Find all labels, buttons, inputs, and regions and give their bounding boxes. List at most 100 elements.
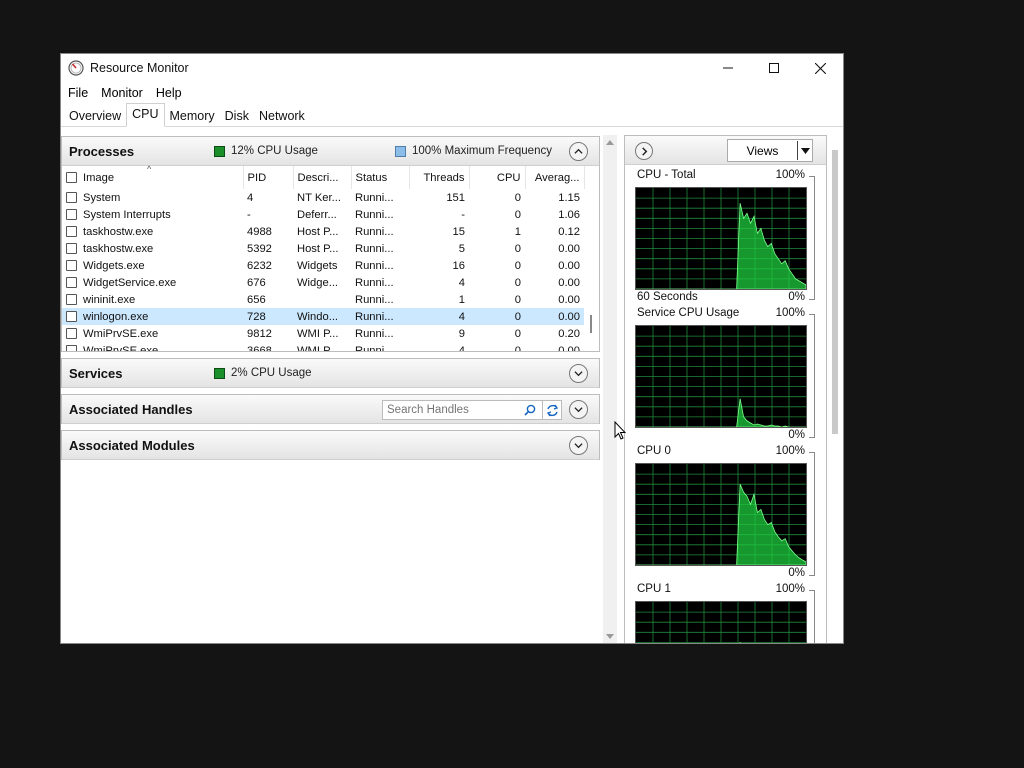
row-checkbox[interactable] xyxy=(66,243,77,255)
table-row[interactable]: System 4 NT Ker... Runni... 151 0 1.15 xyxy=(62,189,584,206)
cell-pid: 9812 xyxy=(247,327,272,340)
tab-overview[interactable]: Overview xyxy=(64,106,126,126)
graph-canvas xyxy=(635,601,807,643)
chevron-down-icon xyxy=(574,370,583,376)
search-icon[interactable] xyxy=(524,404,536,416)
title-bar[interactable]: Resource Monitor xyxy=(61,54,843,82)
table-row[interactable]: System Interrupts - Deferr... Runni... - 0 1.0… xyxy=(62,206,584,223)
cell-status: Runni... xyxy=(355,191,394,204)
handles-header[interactable]: Associated Handles xyxy=(62,395,599,424)
services-header[interactable]: Services 2% CPU Usage xyxy=(62,359,599,388)
cpu-graph: Service CPU Usage 100% 0% xyxy=(625,307,820,445)
processes-cpu-usage: 12% CPU Usage xyxy=(214,145,318,157)
menu-file[interactable]: File xyxy=(67,86,94,100)
cell-image-text: System Interrupts xyxy=(83,208,171,221)
graph-max-label: 100% xyxy=(775,307,805,319)
tab-memory[interactable]: Memory xyxy=(165,106,220,126)
table-row[interactable]: WmiPrvSE.exe 9812 WMI P... Runni... 9 0 0.20 xyxy=(62,325,584,342)
scroll-up-icon[interactable] xyxy=(603,137,617,149)
tab-disk[interactable]: Disk xyxy=(220,106,254,126)
graph-title: Service CPU Usage xyxy=(637,307,740,319)
tab-network[interactable]: Network xyxy=(254,106,310,126)
minimize-button[interactable] xyxy=(705,54,751,82)
processes-collapse-button[interactable] xyxy=(569,141,588,161)
table-row[interactable]: Widgets.exe 6232 Widgets Runni... 16 0 0.00 xyxy=(62,257,584,274)
column-threads[interactable]: Threads xyxy=(409,166,470,189)
table-row[interactable]: winlogon.exe 728 Windo... Runni... 4 0 0.00 xyxy=(62,308,584,325)
menu-help[interactable]: Help xyxy=(155,86,188,100)
cell-threads: 4 xyxy=(458,344,465,352)
column-image[interactable]: ^ Image xyxy=(62,164,244,189)
cell-average-cpu: 0.00 xyxy=(558,344,580,352)
table-row[interactable]: WmiPrvSE.exe 3668 WMI P... Runni... 4 0 0.00 xyxy=(62,342,584,352)
table-row[interactable]: wininit.exe 656 Runni... 1 0 0.00 xyxy=(62,291,584,308)
row-checkbox[interactable] xyxy=(66,311,77,323)
graph-title: CPU 1 xyxy=(637,583,671,595)
views-arrow[interactable] xyxy=(797,141,812,160)
row-checkbox[interactable] xyxy=(66,345,77,351)
table-row[interactable]: taskhostw.exe 5392 Host P... Runni... 5 0 0.00 xyxy=(62,240,584,257)
cell-status: Runni... xyxy=(355,344,394,352)
cell-description: WMI P... xyxy=(297,344,339,352)
services-cpu-usage: 2% CPU Usage xyxy=(214,367,312,379)
processes-header[interactable]: Processes 12% CPU Usage 100% Maximum Fre… xyxy=(62,137,599,166)
minimize-icon xyxy=(723,67,733,69)
graph-min-label: 0% xyxy=(788,567,805,579)
cell-average-cpu: 0.12 xyxy=(558,225,580,238)
cell-average-cpu: 0.00 xyxy=(558,259,580,272)
cell-description: Windo... xyxy=(293,308,351,325)
cell-average-cpu: 0.00 xyxy=(525,308,584,325)
modules-expand-button[interactable] xyxy=(569,435,588,455)
cell-image: winlogon.exe xyxy=(62,308,243,325)
handles-title: Associated Handles xyxy=(69,401,193,417)
left-pane-scrollbar[interactable] xyxy=(603,135,617,643)
graph-scale-bracket xyxy=(809,590,815,643)
graphs-scrollbar-thumb[interactable] xyxy=(832,150,838,434)
cell-threads: 5 xyxy=(458,242,465,255)
processes-scrollbar[interactable] xyxy=(587,167,595,350)
row-checkbox[interactable] xyxy=(66,277,77,289)
cell-threads: - xyxy=(461,208,465,221)
scroll-down-icon[interactable] xyxy=(603,630,617,642)
search-handles-input[interactable] xyxy=(383,403,524,417)
views-dropdown[interactable]: Views xyxy=(727,139,813,162)
refresh-search-button[interactable] xyxy=(542,400,562,420)
maximize-button[interactable] xyxy=(751,54,797,82)
tab-cpu[interactable]: CPU xyxy=(126,103,165,127)
column-pid[interactable]: PID xyxy=(243,166,294,189)
cell-pid: 6232 xyxy=(247,259,272,272)
close-button[interactable] xyxy=(797,54,843,82)
chevron-down-icon xyxy=(574,442,583,448)
cell-status: Runni... xyxy=(355,276,394,289)
processes-scroll-thumb[interactable] xyxy=(590,315,592,333)
graph-title: CPU - Total xyxy=(637,169,696,181)
processes-table-body: System 4 NT Ker... Runni... 151 0 1.15 System I… xyxy=(62,189,584,352)
modules-header[interactable]: Associated Modules xyxy=(62,431,599,460)
graph-max-label: 100% xyxy=(775,583,805,595)
handles-expand-button[interactable] xyxy=(569,399,588,419)
table-row[interactable]: taskhostw.exe 4988 Host P... Runni... 15 1 0.1… xyxy=(62,223,584,240)
processes-table: ^ Image PID Descri... Status Threads CPU … xyxy=(62,164,585,352)
column-status[interactable]: Status xyxy=(351,166,410,189)
cell-description: Widge... xyxy=(297,276,339,289)
column-description[interactable]: Descri... xyxy=(293,166,352,189)
row-checkbox[interactable] xyxy=(66,328,77,340)
row-checkbox[interactable] xyxy=(66,209,77,221)
services-expand-button[interactable] xyxy=(569,363,588,383)
tab-bar: Overview CPU Memory Disk Network xyxy=(61,103,843,127)
row-checkbox[interactable] xyxy=(66,192,77,204)
column-cpu[interactable]: CPU xyxy=(469,166,526,189)
graph-time-label: 60 Seconds xyxy=(637,291,698,303)
cell-cpu: 0 xyxy=(514,191,521,204)
select-all-checkbox[interactable] xyxy=(66,172,77,184)
row-checkbox[interactable] xyxy=(66,260,77,272)
row-checkbox[interactable] xyxy=(66,294,77,306)
graph-min-label: 0% xyxy=(788,429,805,441)
hide-graphs-button[interactable] xyxy=(635,142,653,160)
table-row[interactable]: WidgetService.exe 676 Widge... Runni... 4 0 0.… xyxy=(62,274,584,291)
menu-monitor[interactable]: Monitor xyxy=(100,86,149,100)
column-average-cpu[interactable]: Averag... xyxy=(525,166,585,189)
row-checkbox[interactable] xyxy=(66,226,77,238)
graph-canvas xyxy=(635,325,807,428)
cell-description: WMI P... xyxy=(297,327,339,340)
